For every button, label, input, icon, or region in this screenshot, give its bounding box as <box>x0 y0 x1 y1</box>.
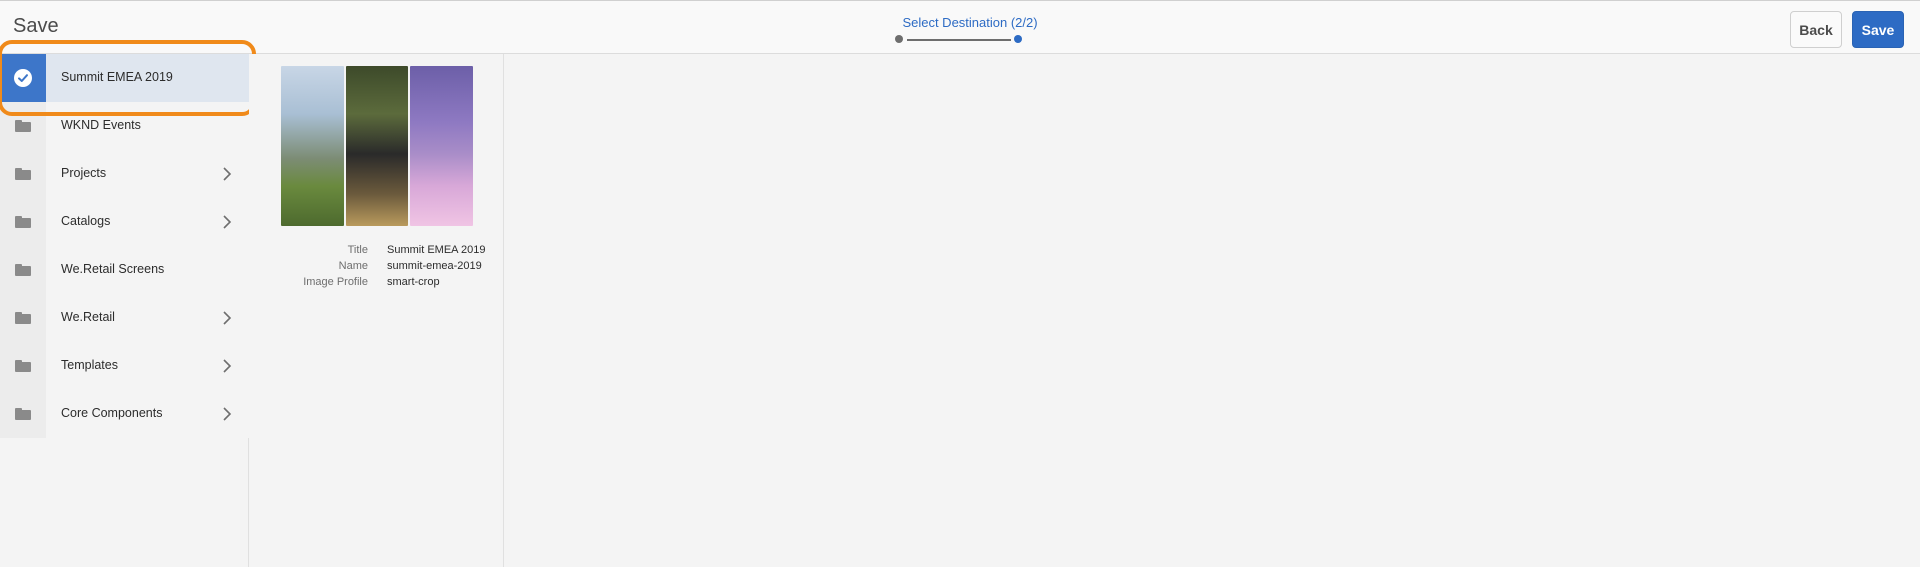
meta-row-image-profile: Image Profile smart-crop <box>249 276 504 292</box>
tree-item-projects[interactable]: Projects <box>0 150 249 198</box>
tree-item-icon-cell <box>0 342 46 390</box>
preview-metadata: Title Summit EMEA 2019 Name summit-emea-… <box>249 244 504 292</box>
tree-item-label: We.Retail Screens <box>61 262 165 276</box>
tree-item-icon-cell <box>0 102 46 150</box>
tree-item-icon-cell <box>0 198 46 246</box>
meta-value: Summit EMEA 2019 <box>387 244 486 256</box>
thumbnail-panel-snow-landscape <box>410 66 474 226</box>
meta-value: summit-emea-2019 <box>387 260 482 272</box>
tree-item-label: Core Components <box>61 406 163 420</box>
folder-icon <box>15 312 31 324</box>
folder-icon <box>15 264 31 276</box>
tree-item-templates[interactable]: Templates <box>0 342 249 390</box>
chevron-right-icon[interactable] <box>222 310 232 326</box>
destination-tree-column: Summit EMEA 2019 WKND Events Projects Ca… <box>0 54 249 567</box>
wizard-progress: Select Destination (2/2) <box>880 13 1060 49</box>
thumbnail-panel-mountain <box>281 66 344 226</box>
tree-item-label: WKND Events <box>61 118 141 132</box>
tree-item-we-retail[interactable]: We.Retail <box>0 294 249 342</box>
tree-item-label: Projects <box>61 166 107 180</box>
tree-item-icon-cell <box>0 294 46 342</box>
tree-item-icon-cell <box>0 390 46 438</box>
wizard-connector-line <box>907 38 1011 41</box>
meta-key: Name <box>338 260 368 272</box>
page-title: Save <box>13 15 59 37</box>
meta-value: smart-crop <box>387 276 440 288</box>
save-button[interactable]: Save <box>1852 11 1904 48</box>
tree-item-wknd-events[interactable]: WKND Events <box>0 102 249 150</box>
wizard-step-2-dot[interactable] <box>1014 35 1022 43</box>
folder-icon <box>15 120 31 132</box>
tree-item-summit-emea-2019[interactable]: Summit EMEA 2019 <box>0 54 249 102</box>
folder-icon <box>15 360 31 372</box>
tree-item-core-components[interactable]: Core Components <box>0 390 249 438</box>
meta-row-name: Name summit-emea-2019 <box>249 260 504 276</box>
tree-item-label: Templates <box>61 358 118 372</box>
folder-icon <box>15 168 31 180</box>
app-header: Save Select Destination (2/2) Back Save <box>0 0 1920 54</box>
tree-item-icon-cell <box>0 150 46 198</box>
chevron-right-icon[interactable] <box>222 166 232 182</box>
chevron-right-icon[interactable] <box>222 406 232 422</box>
tree-item-label: Summit EMEA 2019 <box>61 70 173 84</box>
tree-item-catalogs[interactable]: Catalogs <box>0 198 249 246</box>
chevron-right-icon[interactable] <box>222 214 232 230</box>
tree-item-label: We.Retail <box>61 310 115 324</box>
preview-column: Title Summit EMEA 2019 Name summit-emea-… <box>249 54 504 567</box>
back-button[interactable]: Back <box>1790 11 1842 48</box>
tree-item-icon-cell <box>0 54 46 102</box>
wizard-step-1-dot[interactable] <box>895 35 903 43</box>
meta-row-title: Title Summit EMEA 2019 <box>249 244 504 260</box>
tree-item-we-retail-screens[interactable]: We.Retail Screens <box>0 246 249 294</box>
folder-icon <box>15 216 31 228</box>
wizard-step-label: Select Destination (2/2) <box>902 15 1038 30</box>
check-circle-icon[interactable] <box>14 69 32 87</box>
chevron-right-icon[interactable] <box>222 358 232 374</box>
folder-icon <box>15 408 31 420</box>
tree-item-icon-cell <box>0 246 46 294</box>
meta-key: Title <box>347 244 368 256</box>
meta-key: Image Profile <box>303 276 368 288</box>
folder-thumbnail[interactable] <box>281 66 474 226</box>
tree-item-label: Catalogs <box>61 214 111 228</box>
thumbnail-panel-cyclist <box>345 66 409 226</box>
empty-content-area <box>505 54 1920 567</box>
